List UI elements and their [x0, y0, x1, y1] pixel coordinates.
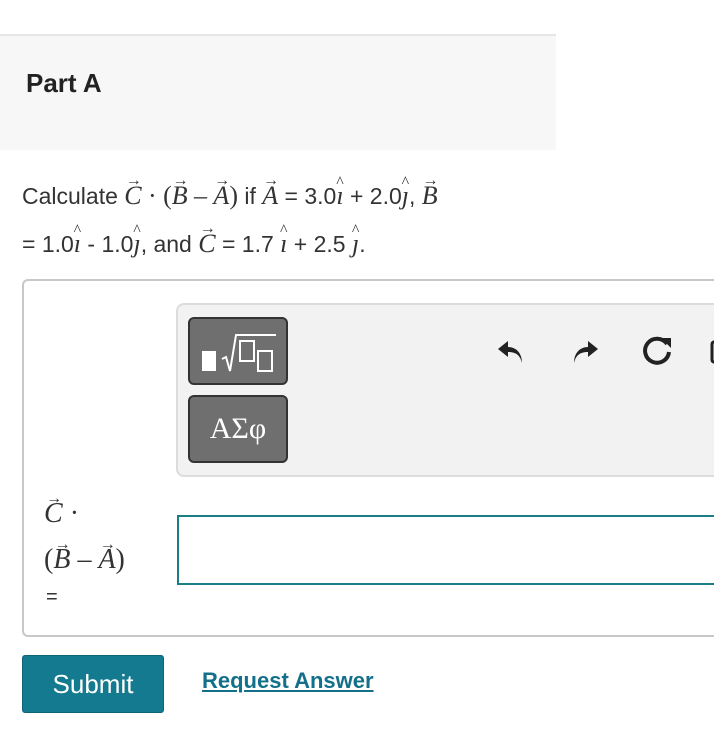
- answer-input[interactable]: [177, 515, 714, 585]
- part-title: Part A: [26, 68, 102, 98]
- unit-i: ı: [74, 220, 81, 268]
- unit-j: ȷ: [402, 172, 409, 220]
- answer-label: C · (B – A): [44, 491, 164, 583]
- math-toolbar: ΑΣφ: [176, 303, 714, 477]
- question-line-2: = 1.0ı - 1.0ȷ, and C = 1.7 ı + 2.5 ȷ.: [22, 220, 562, 268]
- vector-c: C: [198, 220, 215, 268]
- request-answer-link[interactable]: Request Answer: [202, 668, 374, 694]
- vector-b: B: [172, 172, 188, 220]
- unit-i: ı: [280, 220, 287, 268]
- templates-sqrt-icon: [202, 334, 276, 372]
- reset-icon[interactable]: [640, 333, 676, 369]
- unit-i: ı: [336, 172, 343, 220]
- templates-button[interactable]: [188, 317, 288, 385]
- undo-icon[interactable]: [492, 333, 528, 369]
- vector-a: A: [213, 172, 229, 220]
- unit-j: ȷ: [352, 220, 359, 268]
- answer-box: ΑΣφ C · (B – A) =: [22, 279, 714, 637]
- vector-a: A: [262, 172, 278, 220]
- unit-j: ȷ: [133, 220, 140, 268]
- keyboard-icon[interactable]: [708, 333, 714, 369]
- question-text: Calculate C · (B – A) if A = 3.0ı + 2.0ȷ…: [22, 172, 562, 268]
- symbols-button[interactable]: ΑΣφ: [188, 395, 288, 463]
- redo-icon[interactable]: [568, 333, 604, 369]
- vector-b: B: [422, 172, 438, 220]
- question-line-1: Calculate C · (B – A) if A = 3.0ı + 2.0ȷ…: [22, 172, 562, 220]
- part-header: Part A: [0, 34, 556, 150]
- equals-sign: =: [46, 586, 58, 608]
- submit-button[interactable]: Submit: [22, 655, 164, 713]
